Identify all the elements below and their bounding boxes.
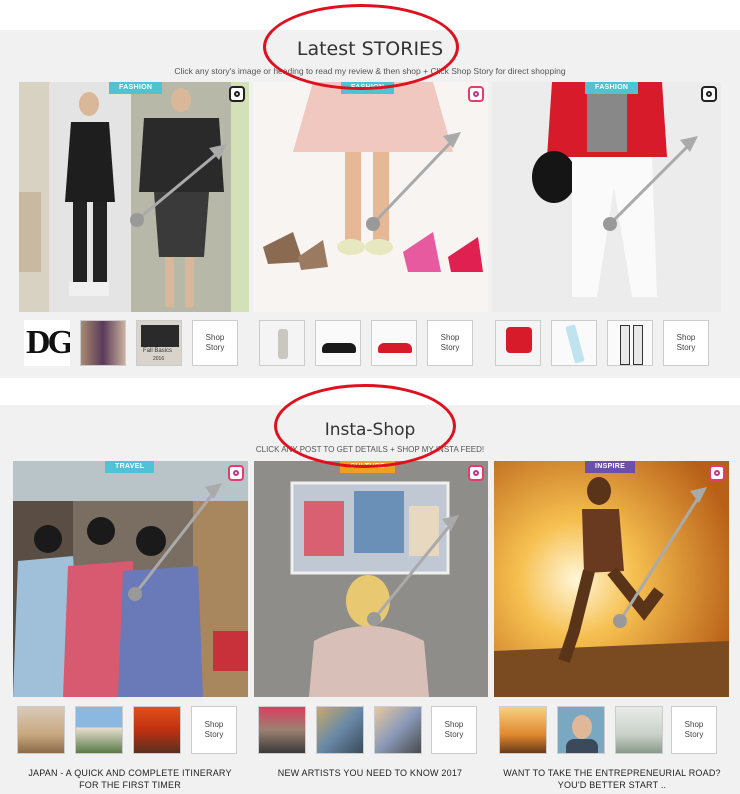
shop-story-button[interactable]: Shop Story: [663, 320, 709, 366]
insta-post-card[interactable]: CULTURE: [254, 461, 488, 697]
product-thumbnail[interactable]: [133, 706, 181, 754]
product-thumbnail[interactable]: [316, 706, 364, 754]
annotation-arrow: [367, 515, 459, 626]
caption-line: JAPAN - A QUICK AND COMPLETE ITINERARY: [28, 768, 232, 778]
story-card[interactable]: FASHION: [492, 82, 721, 312]
story-label: Story: [205, 343, 225, 352]
shop-label: Shop: [444, 720, 464, 729]
product-thumbnail[interactable]: [495, 320, 541, 366]
post-caption[interactable]: NEW ARTISTS YOU NEED TO KNOW 2017: [252, 767, 488, 779]
product-thumbnail[interactable]: [374, 706, 422, 754]
story-label: Story: [440, 343, 460, 352]
product-thumbnail[interactable]: [75, 706, 123, 754]
shop-story-button[interactable]: Shop Story: [427, 320, 473, 366]
shop-story-button[interactable]: Shop Story: [431, 706, 477, 754]
caption-line: FOR THE FIRST TIMER: [79, 780, 181, 790]
shop-label: Shop: [684, 720, 704, 729]
shop-label: Shop: [205, 333, 225, 342]
annotation-arrow: [603, 136, 698, 231]
product-thumbnail[interactable]: [371, 320, 417, 366]
annotation-arrow: [130, 144, 227, 227]
caption-line: YOU'D BETTER START ..: [557, 780, 667, 790]
shop-label: Shop: [204, 720, 224, 729]
caption-line: WANT TO TAKE THE ENTREPRENEURIAL ROAD?: [503, 768, 721, 778]
product-thumbnail[interactable]: [557, 706, 605, 754]
product-thumbnail[interactable]: [315, 320, 361, 366]
magazine-logo-text: DG: [26, 324, 70, 361]
annotation-arrow: [613, 487, 707, 628]
product-thumbnail[interactable]: DG: [24, 320, 70, 366]
product-thumbnail[interactable]: [259, 320, 305, 366]
story-label: Story: [676, 343, 696, 352]
product-thumbnail[interactable]: [17, 706, 65, 754]
story-label: Story: [204, 730, 224, 739]
post-caption[interactable]: JAPAN - A QUICK AND COMPLETE ITINERARY F…: [8, 767, 252, 791]
annotation-arrow: [366, 132, 461, 231]
product-thumbnail[interactable]: Fall Basics 2016: [136, 320, 182, 366]
product-thumbnail[interactable]: [499, 706, 547, 754]
product-thumbnail[interactable]: [615, 706, 663, 754]
caption-line: NEW ARTISTS YOU NEED TO KNOW 2017: [277, 768, 463, 778]
post-caption[interactable]: WANT TO TAKE THE ENTREPRENEURIAL ROAD? Y…: [490, 767, 734, 791]
story-label: Story: [444, 730, 464, 739]
thumb-caption: Fall Basics: [143, 348, 173, 354]
product-thumbnail[interactable]: [80, 320, 126, 366]
story-card[interactable]: FASHION: [253, 82, 488, 312]
shop-story-button[interactable]: Shop Story: [192, 320, 238, 366]
shop-label: Shop: [440, 333, 460, 342]
thumb-caption-year: 2016: [153, 356, 165, 362]
shop-story-button[interactable]: Shop Story: [671, 706, 717, 754]
shop-story-button[interactable]: Shop Story: [191, 706, 237, 754]
story-card[interactable]: FASHION: [19, 82, 249, 312]
insta-post-card[interactable]: TRAVEL: [13, 461, 248, 697]
insta-post-card[interactable]: INSPIRE: [494, 461, 729, 697]
annotation-circle: [274, 384, 456, 468]
product-thumbnail[interactable]: [258, 706, 306, 754]
shop-label: Shop: [676, 333, 696, 342]
story-label: Story: [684, 730, 704, 739]
product-thumbnail[interactable]: [607, 320, 653, 366]
annotation-arrow: [128, 483, 222, 601]
annotation-circle: [263, 4, 459, 90]
product-thumbnail[interactable]: [551, 320, 597, 366]
